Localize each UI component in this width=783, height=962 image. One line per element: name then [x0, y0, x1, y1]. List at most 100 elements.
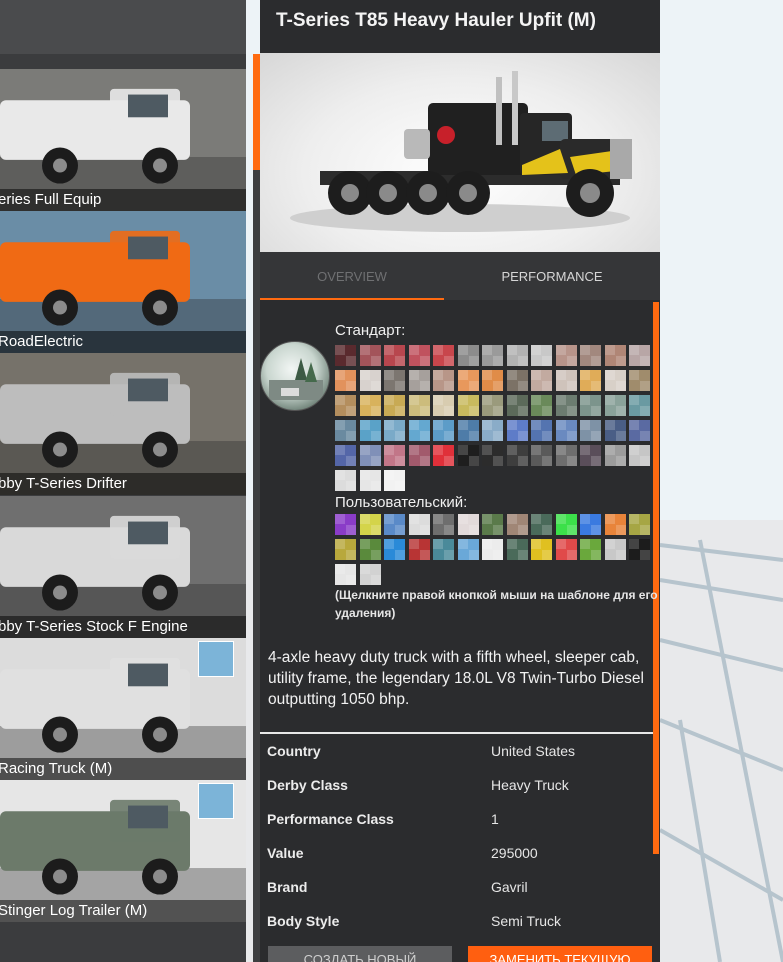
color-swatch[interactable]: [506, 445, 528, 466]
color-swatch[interactable]: [359, 445, 381, 466]
color-swatch[interactable]: [433, 345, 454, 366]
color-swatch[interactable]: [604, 539, 626, 560]
color-swatch[interactable]: [604, 420, 626, 441]
color-swatch[interactable]: [457, 539, 479, 560]
color-swatch[interactable]: [629, 420, 650, 441]
vehicle-card[interactable]: Racing Truck (M): [0, 638, 246, 780]
paint-preview-sphere[interactable]: [260, 341, 330, 411]
color-swatch[interactable]: [482, 345, 503, 366]
color-swatch[interactable]: [555, 514, 577, 535]
color-swatch[interactable]: [335, 395, 356, 416]
vehicle-card[interactable]: bby T-Series Stock F Engine: [0, 496, 246, 638]
replace-current-button[interactable]: ЗАМЕНИТЬ ТЕКУЩУЮ: [468, 946, 652, 962]
color-swatch[interactable]: [555, 370, 577, 391]
color-swatch[interactable]: [384, 539, 405, 560]
color-swatch[interactable]: [457, 345, 479, 366]
color-swatch[interactable]: [506, 395, 528, 416]
color-swatch[interactable]: [433, 420, 454, 441]
color-swatch[interactable]: [335, 445, 356, 466]
color-swatch[interactable]: [482, 395, 503, 416]
color-swatch[interactable]: [506, 514, 528, 535]
vehicle-card[interactable]: eries Full Equip: [0, 69, 246, 211]
color-swatch[interactable]: [335, 564, 356, 585]
color-swatch[interactable]: [629, 370, 650, 391]
color-swatch[interactable]: [531, 539, 552, 560]
color-swatch[interactable]: [580, 445, 601, 466]
color-swatch[interactable]: [531, 420, 552, 441]
color-swatch[interactable]: [580, 514, 601, 535]
color-swatch[interactable]: [457, 445, 479, 466]
color-swatch[interactable]: [408, 345, 430, 366]
list-scrollbar-thumb[interactable]: [253, 54, 260, 170]
color-swatch[interactable]: [457, 420, 479, 441]
color-swatch[interactable]: [531, 445, 552, 466]
color-swatch[interactable]: [335, 539, 356, 560]
color-swatch[interactable]: [335, 514, 356, 535]
color-swatch[interactable]: [482, 370, 503, 391]
color-swatch[interactable]: [359, 395, 381, 416]
color-swatch[interactable]: [482, 445, 503, 466]
color-swatch[interactable]: [531, 395, 552, 416]
color-swatch[interactable]: [384, 470, 405, 491]
panel-scrollbar[interactable]: [653, 302, 659, 854]
color-swatch[interactable]: [629, 345, 650, 366]
color-swatch[interactable]: [359, 564, 381, 585]
color-swatch[interactable]: [555, 539, 577, 560]
color-swatch[interactable]: [629, 514, 650, 535]
color-swatch[interactable]: [359, 345, 381, 366]
vehicle-card[interactable]: RoadElectric: [0, 211, 246, 353]
color-swatch[interactable]: [506, 370, 528, 391]
color-swatch[interactable]: [604, 514, 626, 535]
color-swatch[interactable]: [408, 514, 430, 535]
color-swatch[interactable]: [384, 420, 405, 441]
color-swatch[interactable]: [408, 420, 430, 441]
color-swatch[interactable]: [359, 514, 381, 535]
color-swatch[interactable]: [604, 445, 626, 466]
color-swatch[interactable]: [604, 345, 626, 366]
tab-overview[interactable]: OVERVIEW: [260, 252, 444, 300]
color-swatch[interactable]: [408, 539, 430, 560]
create-new-button[interactable]: СОЗДАТЬ НОВЫЙ: [268, 946, 452, 962]
color-swatch[interactable]: [555, 345, 577, 366]
color-swatch[interactable]: [629, 539, 650, 560]
color-swatch[interactable]: [531, 514, 552, 535]
color-swatch[interactable]: [531, 345, 552, 366]
color-swatch[interactable]: [335, 345, 356, 366]
color-swatch[interactable]: [433, 514, 454, 535]
color-swatch[interactable]: [359, 539, 381, 560]
color-swatch[interactable]: [555, 420, 577, 441]
color-swatch[interactable]: [408, 395, 430, 416]
vehicle-card[interactable]: bby T-Series Drifter: [0, 353, 246, 495]
color-swatch[interactable]: [433, 370, 454, 391]
color-swatch[interactable]: [384, 345, 405, 366]
color-swatch[interactable]: [359, 370, 381, 391]
color-swatch[interactable]: [408, 370, 430, 391]
color-swatch[interactable]: [482, 539, 503, 560]
color-swatch[interactable]: [384, 445, 405, 466]
color-swatch[interactable]: [457, 514, 479, 535]
color-swatch[interactable]: [506, 539, 528, 560]
list-scrollbar-track[interactable]: [253, 54, 260, 962]
color-swatch[interactable]: [457, 370, 479, 391]
color-swatch[interactable]: [580, 395, 601, 416]
color-swatch[interactable]: [433, 445, 454, 466]
color-swatch[interactable]: [555, 445, 577, 466]
color-swatch[interactable]: [335, 470, 356, 491]
color-swatch[interactable]: [384, 514, 405, 535]
color-swatch[interactable]: [482, 420, 503, 441]
color-swatch[interactable]: [433, 395, 454, 416]
color-swatch[interactable]: [604, 370, 626, 391]
color-swatch[interactable]: [604, 395, 626, 416]
color-swatch[interactable]: [555, 395, 577, 416]
color-swatch[interactable]: [629, 395, 650, 416]
color-swatch[interactable]: [335, 370, 356, 391]
color-swatch[interactable]: [359, 420, 381, 441]
color-swatch[interactable]: [506, 420, 528, 441]
color-swatch[interactable]: [629, 445, 650, 466]
color-swatch[interactable]: [384, 370, 405, 391]
color-swatch[interactable]: [580, 539, 601, 560]
color-swatch[interactable]: [580, 370, 601, 391]
tab-performance[interactable]: PERFORMANCE: [460, 252, 644, 300]
color-swatch[interactable]: [408, 445, 430, 466]
color-swatch[interactable]: [457, 395, 479, 416]
